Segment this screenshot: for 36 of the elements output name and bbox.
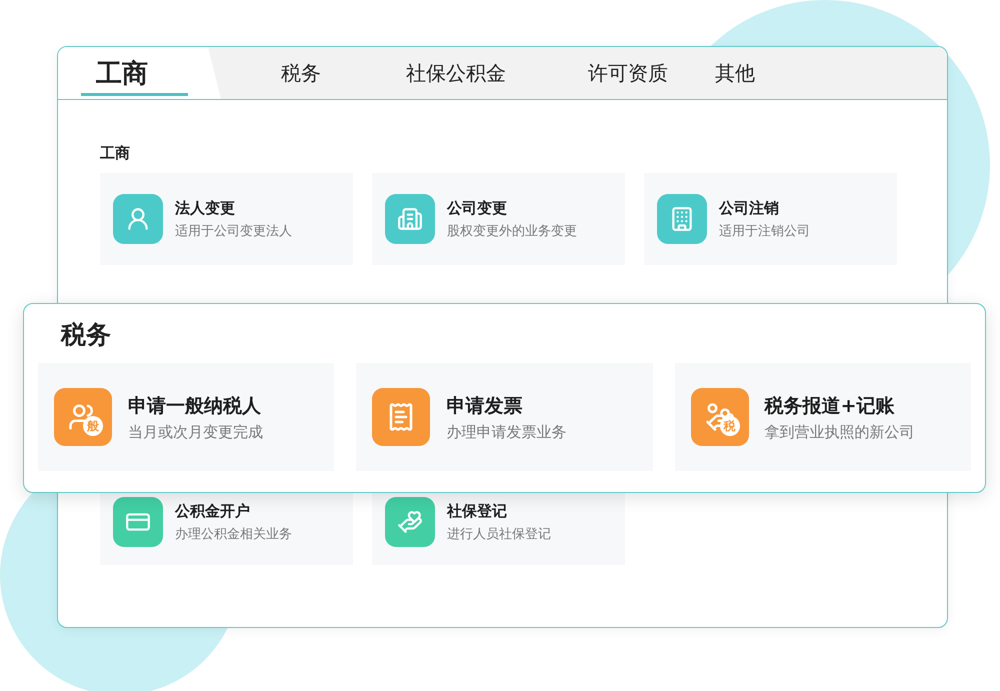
service-title: 公司注销: [719, 198, 780, 218]
icon-badge: 税: [720, 416, 740, 436]
section-heading: 税务: [61, 319, 112, 351]
service-title: 税务报道+记账: [764, 394, 896, 418]
service-card[interactable]: 公司变更 股权变更外的业务变更: [372, 173, 625, 265]
service-description: 办理申请发票业务: [446, 422, 566, 442]
service-description: 股权变更外的业务变更: [447, 222, 577, 240]
hand-coin-icon: [704, 402, 735, 432]
service-description: 当月或次月变更完成: [128, 422, 263, 442]
tab[interactable]: 税务: [281, 47, 321, 99]
service-card[interactable]: 申请发票 办理申请发票业务: [356, 363, 653, 471]
service-title: 公积金开户: [175, 502, 251, 520]
service-title: 申请一般纳税人: [128, 394, 262, 418]
tab[interactable]: 工商: [58, 47, 221, 99]
service-title: 申请发票: [446, 394, 524, 418]
service-title: 公司变更: [447, 198, 508, 218]
service-description: 适用于公司变更法人: [175, 222, 292, 240]
service-card[interactable]: 法人变更 适用于公司变更法人: [100, 173, 353, 265]
service-card[interactable]: 公司注销 适用于注销公司: [644, 173, 897, 265]
service-description: 适用于注销公司: [719, 222, 810, 240]
hand-heart-icon: [397, 509, 423, 535]
tab[interactable]: 社保公积金: [406, 47, 506, 99]
service-description: 拿到营业执照的新公司: [764, 422, 915, 442]
service-title: 社保登记: [447, 502, 508, 520]
section-heading: 工商: [100, 144, 131, 163]
service-card[interactable]: 般 申请一般纳税人 当月或次月变更完成: [38, 363, 334, 471]
service-description: 进行人员社保登记: [447, 526, 551, 542]
service-card[interactable]: 税 税务报道+记账 拿到营业执照的新公司: [674, 363, 971, 471]
tab[interactable]: 许可资质: [588, 47, 668, 99]
service-card[interactable]: 社保登记 进行人员社保登记: [372, 493, 625, 565]
service-title: 法人变更: [175, 198, 236, 218]
tab[interactable]: 其他: [715, 47, 755, 99]
building-icon: [397, 206, 423, 232]
icon-badge: 般: [83, 416, 103, 436]
service-description: 办理公积金相关业务: [175, 526, 292, 542]
service-card[interactable]: 公积金开户 办理公积金相关业务: [100, 493, 353, 565]
